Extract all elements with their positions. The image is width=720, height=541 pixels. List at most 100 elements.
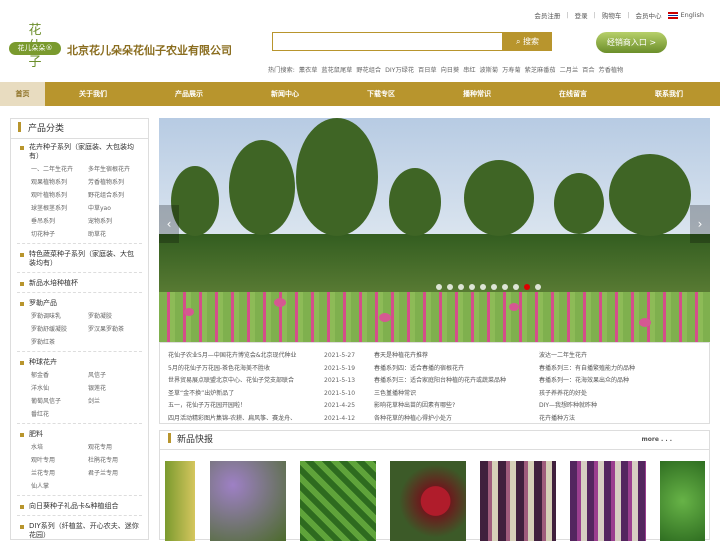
search-button[interactable]: ⌕ 搜索 [503, 32, 552, 51]
subcategory-link[interactable]: 郁金香 [31, 369, 88, 382]
category-item[interactable]: 花卉种子系列（家庭装、大包装均有） [11, 139, 148, 163]
product-thumb[interactable] [165, 461, 195, 541]
subcategory-link[interactable]: 罗勒凝胶 [88, 310, 145, 323]
category-item[interactable]: 新品水培种植杯 [11, 275, 148, 290]
subcategory-link[interactable]: 观花专用 [88, 441, 145, 454]
login-link[interactable]: 登录 [575, 10, 588, 20]
subcategory-link[interactable]: 一、二年生花卉 [31, 163, 88, 176]
news-link[interactable]: 圣草“金不换”出炉新品了 2021-5-10 [168, 388, 358, 401]
hot-keyword[interactable]: 向日葵 [441, 65, 460, 74]
hot-keyword[interactable]: 野花组合 [356, 65, 381, 74]
news-link[interactable]: 各种花草的种植心得护小处方 [374, 413, 534, 426]
subcategory-link[interactable]: 罗勒舒缓凝胶 [31, 323, 88, 336]
hot-keyword[interactable]: 百日草 [418, 65, 437, 74]
news-link[interactable]: 春播系列三：有自播繁殖能力的品种 [539, 363, 699, 376]
nav-contact[interactable]: 联系我们 [621, 82, 717, 106]
news-link[interactable]: 5月的花仙子万花园-茶色花海美不胜收 2021-5-19 [168, 363, 358, 376]
banner-next-button[interactable]: › [690, 205, 710, 243]
subcategory-link[interactable]: 银莲花 [88, 382, 145, 395]
banner-dot[interactable] [480, 284, 486, 290]
hot-keyword[interactable]: 蓝花鼠尾草 [321, 65, 352, 74]
subcategory-link[interactable]: 杜鹃花专用 [88, 454, 145, 467]
dealer-entry-button[interactable]: 经销商入口 > [596, 32, 667, 53]
news-link[interactable]: 影响花草种出苗的因素有哪些? [374, 400, 534, 413]
news-link[interactable]: 春播系列一：花海效果出众的品种 [539, 375, 699, 388]
nav-about[interactable]: 关于我们 [45, 82, 141, 106]
banner-dot[interactable] [491, 284, 497, 290]
subcategory-link[interactable]: 洋水仙 [31, 382, 88, 395]
banner-dot[interactable] [436, 284, 442, 290]
category-item[interactable]: 罗勒产品 [11, 295, 148, 310]
subcategory-link[interactable]: 兰花专用 [31, 467, 88, 480]
hot-keyword[interactable]: 百合 [582, 65, 594, 74]
nav-download[interactable]: 下载专区 [333, 82, 429, 106]
news-link[interactable]: 花卉播种方法 [539, 413, 699, 426]
more-link[interactable]: more . . . [641, 436, 672, 443]
news-link[interactable]: 花仙子农业5月—中国花卉博览会&北京现代种业 2021-5-27 [168, 350, 358, 363]
nav-news[interactable]: 新闻中心 [237, 82, 333, 106]
news-link[interactable]: 波达一二年生花卉 [539, 350, 699, 363]
subcategory-link[interactable]: 剑兰 [88, 395, 145, 408]
subcategory-link[interactable]: 宠物系列 [88, 215, 145, 228]
subcategory-link[interactable]: 番红花 [31, 408, 88, 421]
subcategory-link[interactable]: 芳香植物系列 [88, 176, 145, 189]
news-link[interactable]: DIY—我想昨种就昨种 [539, 400, 699, 413]
subcategory-link[interactable]: 水培 [31, 441, 88, 454]
subcategory-link[interactable]: 球茎根茎系列 [31, 202, 88, 215]
news-link[interactable]: 春天是种植花卉推荐 [374, 350, 534, 363]
product-thumb[interactable] [570, 461, 646, 541]
category-item[interactable]: 特色蔬菜种子系列（家庭装、大包装均有） [11, 246, 148, 270]
news-link[interactable]: 世界贸易展点联盟北京中心、花仙子党支部联合 2021-5-13 [168, 375, 358, 388]
category-item[interactable]: 种球花卉 [11, 354, 148, 369]
category-item[interactable]: 肥料 [11, 426, 148, 441]
subcategory-link[interactable]: 罗汉果罗勒茶 [88, 323, 145, 336]
news-link[interactable]: 四月活动精彩图片集锦-农耕、扁风筝、赛龙舟、 2021-4-12 [168, 413, 358, 426]
news-link[interactable]: 孩子养养花的好处 [539, 388, 699, 401]
subcategory-link[interactable]: 观叶植物系列 [31, 189, 88, 202]
product-thumb[interactable] [300, 461, 376, 541]
subcategory-link[interactable]: 观叶专用 [31, 454, 88, 467]
logo[interactable]: 花仙子 花儿朵朵® [9, 23, 61, 70]
subcategory-link[interactable]: 罗勒红茶 [31, 336, 88, 349]
cart-link[interactable]: 购物车 [602, 10, 622, 20]
nav-home[interactable]: 首页 [0, 82, 45, 106]
product-thumb[interactable] [660, 461, 705, 541]
subcategory-link[interactable]: 野花组合系列 [88, 189, 145, 202]
member-center-link[interactable]: 会员中心 [636, 10, 662, 20]
banner-dot[interactable] [447, 284, 453, 290]
subcategory-link[interactable]: 君子兰专用 [88, 467, 145, 480]
subcategory-link[interactable]: 风信子 [88, 369, 145, 382]
nav-message[interactable]: 在线留言 [525, 82, 621, 106]
nav-sowing[interactable]: 播种常识 [429, 82, 525, 106]
product-thumb[interactable] [480, 461, 556, 541]
banner-prev-button[interactable]: ‹ [159, 205, 179, 243]
hot-keyword[interactable]: 紫芝麻番茄 [525, 65, 556, 74]
news-link[interactable]: 春播系列四：适合春播的宿根花卉 [374, 363, 534, 376]
banner-dot[interactable] [524, 284, 530, 290]
hot-keyword[interactable]: 串红 [463, 65, 475, 74]
subcategory-link[interactable]: 助草花 [88, 228, 145, 241]
news-link[interactable]: 五一，花仙子万花园开园啦！ 2021-4-25 [168, 400, 358, 413]
banner-dot[interactable] [458, 284, 464, 290]
hot-keyword[interactable]: 薰衣草 [299, 65, 318, 74]
subcategory-link[interactable]: 葡萄风信子 [31, 395, 88, 408]
hot-keyword[interactable]: 万寿菊 [502, 65, 521, 74]
banner-dot[interactable] [469, 284, 475, 290]
category-item[interactable]: DIY系列（纤植盆、开心农夫、迷你花园） [11, 518, 148, 539]
subcategory-link[interactable]: 罗勒调味乳 [31, 310, 88, 323]
banner-dot[interactable] [513, 284, 519, 290]
product-thumb[interactable] [210, 461, 286, 541]
subcategory-link[interactable]: 观果植物系列 [31, 176, 88, 189]
english-link[interactable]: English [667, 11, 704, 19]
hot-keyword[interactable]: DIY万绿花 [385, 65, 414, 74]
news-link[interactable]: 三色堇播种常识 [374, 388, 534, 401]
subcategory-link[interactable]: 多年生宿根花卉 [88, 163, 145, 176]
news-link[interactable]: 春播系列三：适合家庭阳台种植的花卉或蔬菜品种 [374, 375, 534, 388]
register-link[interactable]: 会员注册 [534, 10, 560, 20]
subcategory-link[interactable]: 垂吊系列 [31, 215, 88, 228]
banner-dot[interactable] [502, 284, 508, 290]
search-input[interactable] [272, 32, 503, 51]
banner-dot[interactable] [535, 284, 541, 290]
hot-keyword[interactable]: 芳香植物 [599, 65, 624, 74]
category-item[interactable]: 向日葵种子礼品卡&种植组合 [11, 498, 148, 513]
